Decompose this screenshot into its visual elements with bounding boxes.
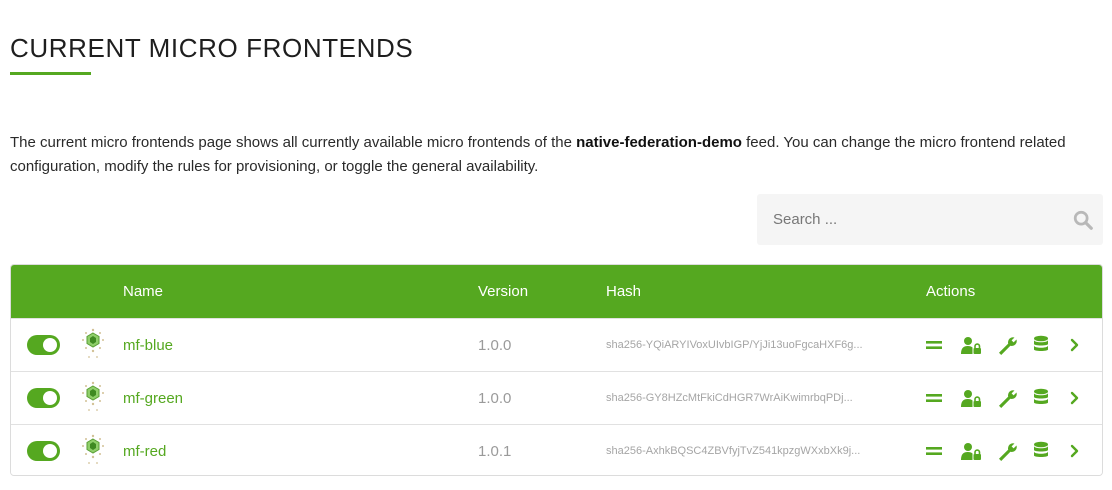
table-row: mf-blue 1.0.0 sha256-YQiARYIVoxUIvbIGP/Y…: [11, 318, 1102, 371]
title-underline: [10, 72, 91, 75]
micro-frontend-version: 1.0.1: [478, 442, 512, 460]
column-header-version: Version: [478, 283, 529, 300]
table-row: mf-green 1.0.0 sha256-GY8HZcMtFkiCdHGR7W…: [11, 371, 1102, 424]
wrench-icon[interactable]: [996, 388, 1018, 408]
chevron-right-icon[interactable]: [1064, 388, 1086, 408]
toggle-knob: [43, 338, 57, 352]
micro-frontend-name[interactable]: mf-blue: [123, 319, 173, 371]
availability-toggle[interactable]: [27, 335, 60, 355]
micro-frontend-icon: [82, 381, 104, 411]
micro-frontend-hash: sha256-YQiARYIVoxUIvbIGP/YjJi13uoFgcaHXF…: [606, 339, 863, 351]
menu-icon[interactable]: [923, 441, 945, 461]
micro-frontend-icon: [82, 434, 104, 464]
micro-frontend-version: 1.0.0: [478, 389, 512, 407]
chevron-right-icon[interactable]: [1064, 441, 1086, 461]
micro-frontend-hash: sha256-AxhkBQSC4ZBVfyjTvZ541kpzgWXxbXk9j…: [606, 445, 861, 457]
intro-text-before: The current micro frontends page shows a…: [10, 134, 577, 151]
availability-toggle[interactable]: [27, 441, 60, 461]
search-box: [757, 194, 1103, 245]
user-lock-icon[interactable]: [960, 388, 982, 408]
user-lock-icon[interactable]: [960, 335, 982, 355]
column-header-actions: Actions: [926, 283, 976, 300]
search-icon[interactable]: [1072, 209, 1094, 231]
table-row: mf-red 1.0.1 sha256-AxhkBQSC4ZBVfyjTvZ54…: [11, 424, 1102, 475]
wrench-icon[interactable]: [996, 335, 1018, 355]
database-icon[interactable]: [1030, 441, 1052, 461]
database-icon[interactable]: [1030, 388, 1052, 408]
menu-icon[interactable]: [923, 335, 945, 355]
table-header: Name Version Hash Actions: [11, 265, 1102, 318]
column-header-name: Name: [123, 283, 164, 300]
micro-frontends-table: Name Version Hash Actions mf-blue 1.0.0 …: [10, 264, 1103, 476]
micro-frontend-hash: sha256-GY8HZcMtFkiCdHGR7WrAiKwimrbqPDj..…: [606, 392, 853, 404]
search-input[interactable]: [757, 194, 1057, 245]
availability-toggle[interactable]: [27, 388, 60, 408]
database-icon[interactable]: [1030, 335, 1052, 355]
intro-text: The current micro frontends page shows a…: [10, 131, 1100, 178]
micro-frontend-version: 1.0.0: [478, 336, 512, 354]
micro-frontend-name[interactable]: mf-green: [123, 372, 183, 424]
wrench-icon[interactable]: [996, 441, 1018, 461]
user-lock-icon[interactable]: [960, 441, 982, 461]
micro-frontend-icon: [82, 328, 104, 358]
toggle-knob: [43, 444, 57, 458]
column-header-hash: Hash: [606, 283, 642, 300]
menu-icon[interactable]: [923, 388, 945, 408]
page-title: CURRENT MICRO FRONTENDS: [10, 33, 414, 63]
toggle-knob: [43, 391, 57, 405]
micro-frontend-name[interactable]: mf-red: [123, 425, 166, 475]
chevron-right-icon[interactable]: [1064, 335, 1086, 355]
feed-name: native-federation-demo: [576, 134, 742, 151]
